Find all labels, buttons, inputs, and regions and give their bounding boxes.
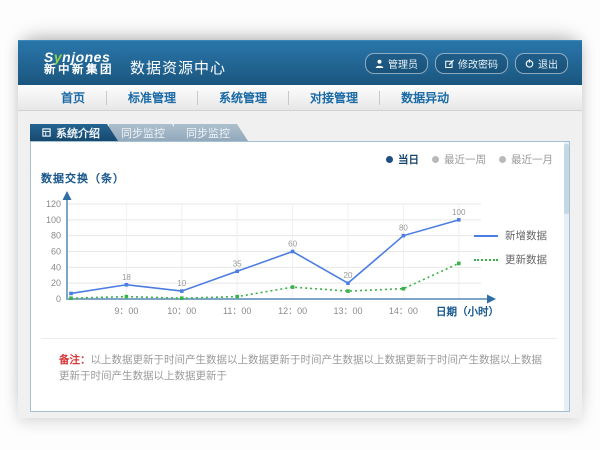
screen-background: Synjones 新中新集团 数据资源中心 管理员 修改密码 xyxy=(0,0,600,450)
y-tick-label: 100 xyxy=(46,215,61,225)
chart-legend: 新增数据更新数据 xyxy=(474,228,547,267)
panel-scrollbar[interactable] xyxy=(564,142,569,411)
tab-0[interactable]: 系统介绍 xyxy=(30,124,118,141)
radio-label: 最近一周 xyxy=(444,152,486,167)
footnote: 备注：以上数据更新于时间产生数据以上数据更新于时间产生数据以上数据更新于时间产生… xyxy=(59,353,551,385)
tab-document-icon xyxy=(42,128,51,137)
radio-label: 最近一月 xyxy=(511,152,553,167)
point-label: 100 xyxy=(452,208,466,217)
current-user-button[interactable]: 管理员 xyxy=(365,53,428,74)
y-tick-label: 120 xyxy=(46,199,61,209)
radio-option-1[interactable]: 最近一周 xyxy=(432,152,486,167)
content-panel: 当日 最近一周 最近一月 数据交换（条） 0 20 40 60 80 100 120 9：00 10… xyxy=(30,141,570,412)
radio-option-0[interactable]: 当日 xyxy=(386,152,419,167)
y-tick-label: 80 xyxy=(51,231,61,241)
header-actions: 管理员 修改密码 退出 xyxy=(365,53,568,74)
logo-accent-letter: y xyxy=(54,49,62,65)
legend-item-0[interactable]: 新增数据 xyxy=(474,228,547,243)
edit-icon xyxy=(445,59,454,68)
scrollbar-thumb[interactable] xyxy=(564,144,569,214)
legend-item-1[interactable]: 更新数据 xyxy=(474,252,547,267)
x-tick-label: 11：00 xyxy=(223,306,251,316)
x-tick-label: 13：00 xyxy=(333,306,362,316)
x-tick-label: 14：00 xyxy=(389,306,418,316)
legend-label: 新增数据 xyxy=(505,228,547,243)
legend-line-icon xyxy=(474,259,498,261)
page-title: 数据资源中心 xyxy=(130,57,226,78)
change-password-button[interactable]: 修改密码 xyxy=(435,53,508,74)
logout-button[interactable]: 退出 xyxy=(515,53,568,74)
y-tick-label: 60 xyxy=(51,247,61,257)
power-icon xyxy=(525,59,534,68)
tab-1[interactable]: 同步监控 xyxy=(109,124,183,141)
footnote-text: 以上数据更新于时间产生数据以上数据更新于时间产生数据以上数据更新于时间产生数据以… xyxy=(59,354,542,382)
period-filter: 当日 最近一周 最近一月 xyxy=(386,152,553,167)
content-area: 系统介绍 同步监控 同步监控 当日 最近一周 最近一月 数据交换（条） 0 20 40 60 8… xyxy=(18,111,582,418)
point-label: 80 xyxy=(399,224,408,233)
radio-label: 当日 xyxy=(398,152,419,167)
x-axis-title: 日期（小时） xyxy=(436,305,499,318)
footnote-label: 备注： xyxy=(59,354,91,366)
point-label: 10 xyxy=(177,279,186,288)
radio-option-2[interactable]: 最近一月 xyxy=(499,152,553,167)
user-icon xyxy=(375,59,384,68)
tab-label: 同步监控 xyxy=(186,125,230,141)
tab-bar: 系统介绍 同步监控 同步监控 xyxy=(30,124,582,141)
y-axis-title: 数据交换（条） xyxy=(41,170,125,186)
point-label: 18 xyxy=(122,273,131,282)
radio-dot-icon xyxy=(432,156,439,163)
nav-item-2[interactable]: 系统管理 xyxy=(197,91,288,105)
nav-item-1[interactable]: 标准管理 xyxy=(106,91,197,105)
y-tick-label: 0 xyxy=(56,294,61,304)
divider xyxy=(41,338,557,339)
legend-label: 更新数据 xyxy=(505,252,547,267)
point-label: 35 xyxy=(233,259,242,268)
logo: Synjones 新中新集团 xyxy=(44,50,114,77)
x-tick-label: 10：00 xyxy=(167,306,196,316)
point-label: 20 xyxy=(344,271,353,280)
main-nav: 首页标准管理系统管理对接管理数据异动 xyxy=(18,85,582,111)
x-tick-label: 9：00 xyxy=(114,306,138,316)
line-chart: 0 20 40 60 80 100 120 9：00 10：00 11：00 12：00 13：00 1… xyxy=(37,189,517,325)
logo-brand-en: Synjones xyxy=(44,50,114,65)
tab-label: 同步监控 xyxy=(121,125,165,141)
x-tick-label: 12：00 xyxy=(278,306,307,316)
nav-item-3[interactable]: 对接管理 xyxy=(288,91,379,105)
tab-label: 系统介绍 xyxy=(56,125,100,141)
point-label: 60 xyxy=(288,240,297,249)
radio-dot-icon xyxy=(386,156,393,163)
logo-brand-cn: 新中新集团 xyxy=(44,64,114,76)
legend-line-icon xyxy=(474,235,498,237)
chart-canvas: 0 20 40 60 80 100 120 9：00 10：00 11：00 12：00 13：00 1… xyxy=(37,189,517,325)
radio-dot-icon xyxy=(499,156,506,163)
y-tick-label: 20 xyxy=(51,278,61,288)
app-window: Synjones 新中新集团 数据资源中心 管理员 修改密码 xyxy=(18,40,582,418)
tab-2[interactable]: 同步监控 xyxy=(174,124,248,141)
nav-item-4[interactable]: 数据异动 xyxy=(379,91,470,105)
app-header: Synjones 新中新集团 数据资源中心 管理员 修改密码 xyxy=(18,40,582,85)
y-tick-label: 40 xyxy=(51,262,61,272)
nav-item-0[interactable]: 首页 xyxy=(40,91,106,105)
